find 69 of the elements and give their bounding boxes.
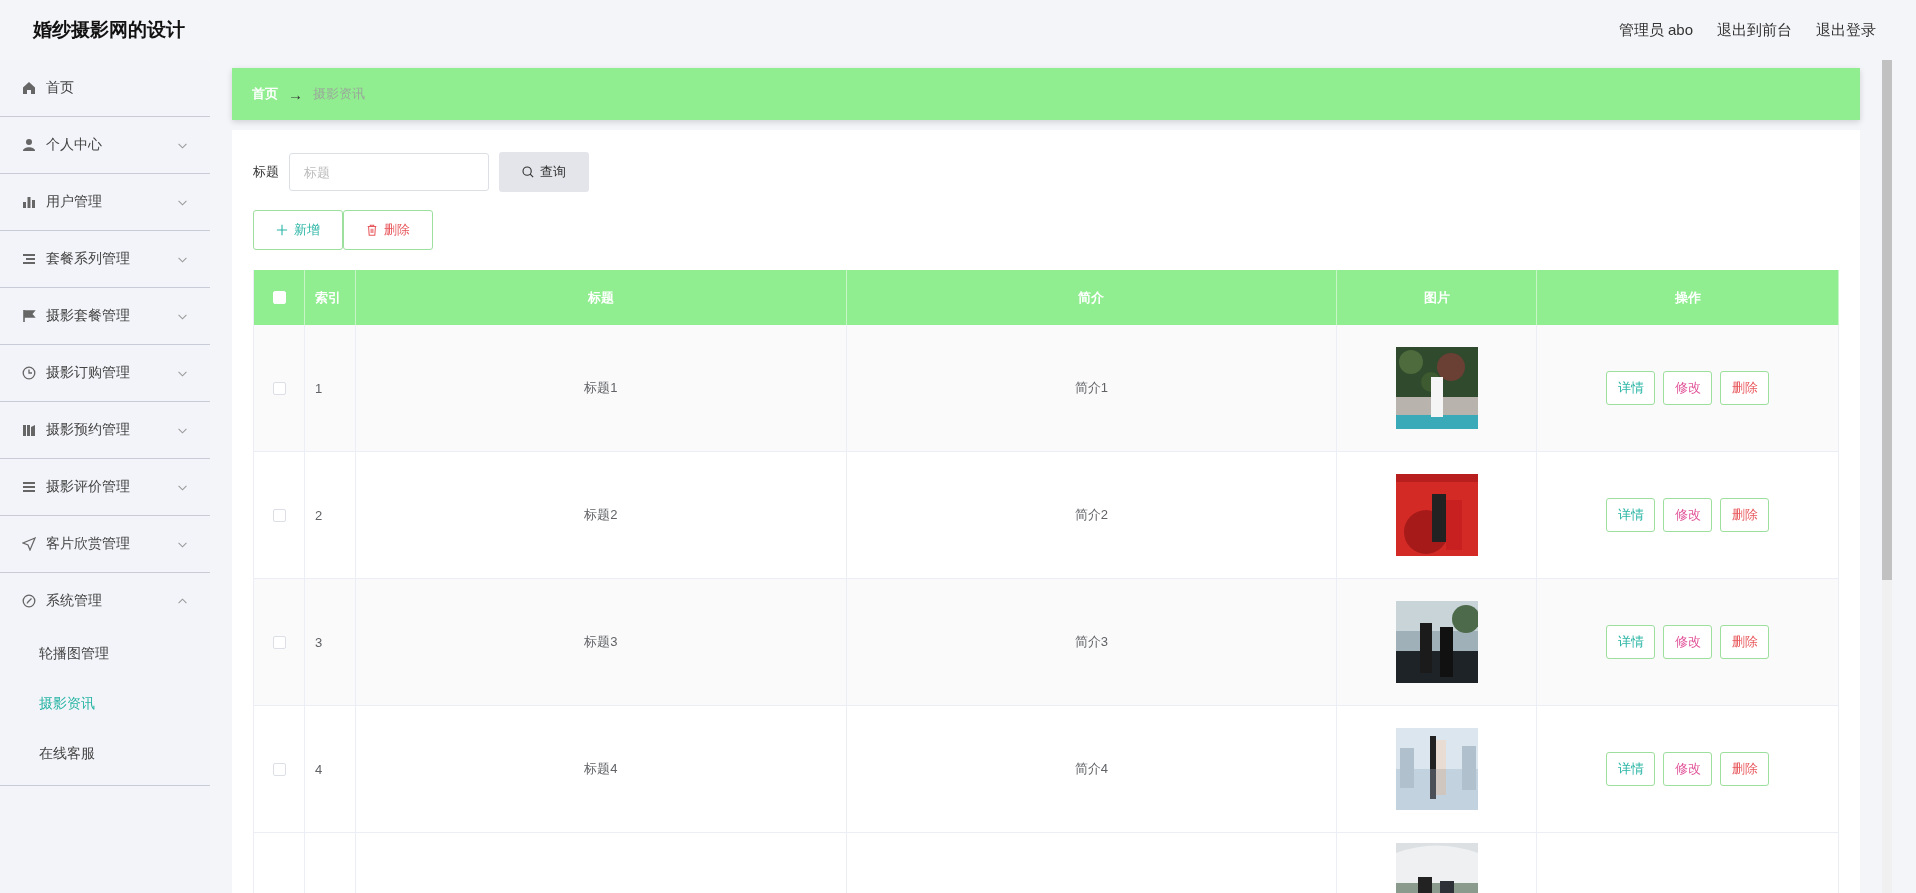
search-button[interactable]: 查询	[499, 152, 589, 192]
delete-button[interactable]: 删除	[1720, 625, 1769, 659]
table-cell: 简介3	[1074, 633, 1108, 651]
menu-item[interactable]: 摄影套餐管理	[0, 288, 210, 345]
flag-icon	[22, 309, 36, 323]
table-cell: 4	[315, 761, 323, 777]
menu-item[interactable]: 首页	[0, 60, 210, 117]
add-button[interactable]: 新增	[253, 210, 343, 250]
submenu-item[interactable]: 在线客服	[0, 729, 210, 779]
menu-item[interactable]: 摄影订购管理	[0, 345, 210, 402]
plus-icon	[276, 224, 288, 236]
home-icon	[22, 81, 36, 95]
column-header: 操作	[1537, 270, 1839, 325]
menu-item[interactable]: 用户管理	[0, 174, 210, 231]
table-cell: 简介2	[1074, 506, 1108, 524]
table-cell: 标题3	[584, 633, 618, 651]
field-label: 标题	[253, 163, 279, 181]
edit-button[interactable]: 修改	[1663, 625, 1712, 659]
scrollbar[interactable]	[1882, 60, 1892, 893]
trash-icon	[366, 224, 378, 236]
header-link[interactable]: 退出登录	[1816, 20, 1876, 40]
menu-icon	[22, 480, 36, 494]
submenu-item[interactable]: 轮播图管理	[0, 629, 210, 679]
menu-item[interactable]: 套餐系列管理	[0, 231, 210, 288]
list-icon	[22, 252, 36, 266]
menu-item[interactable]: 客片欣赏管理	[0, 516, 210, 573]
menu-item[interactable]: 摄影预约管理	[0, 402, 210, 459]
table-cell: 简介1	[1074, 379, 1108, 397]
search-icon	[522, 166, 534, 178]
delete-button[interactable]: 删除	[1720, 498, 1769, 532]
delete-button[interactable]: 删除	[1720, 371, 1769, 405]
header-link[interactable]: 退出到前台	[1717, 20, 1792, 40]
edit-button[interactable]: 修改	[1663, 371, 1712, 405]
header-link[interactable]: 管理员 abo	[1618, 20, 1693, 40]
table-cell: 标题2	[584, 506, 618, 524]
delete-button[interactable]: 删除	[1720, 752, 1769, 786]
submenu-item[interactable]: 摄影资讯	[0, 679, 210, 729]
details-button[interactable]: 详情	[1606, 371, 1655, 405]
user-icon	[22, 138, 36, 152]
delete-button[interactable]: 删除	[343, 210, 433, 250]
menu-item[interactable]: 摄影评价管理	[0, 459, 210, 516]
compass-icon	[22, 594, 36, 608]
row-checkbox[interactable]	[272, 762, 286, 776]
edit-button[interactable]: 修改	[1663, 752, 1712, 786]
table-cell: 标题4	[584, 760, 618, 778]
books-icon	[22, 423, 36, 437]
table-cell: 2	[315, 507, 323, 523]
breadcrumb-separator: →	[288, 85, 303, 103]
breadcrumb-current: 摄影资讯	[313, 85, 365, 103]
row-checkbox[interactable]	[272, 635, 286, 649]
details-button[interactable]: 详情	[1606, 752, 1655, 786]
edit-button[interactable]: 修改	[1663, 498, 1712, 532]
menu-item[interactable]: 个人中心	[0, 117, 210, 174]
clock-icon	[22, 366, 36, 380]
table-cell: 简介4	[1074, 760, 1108, 778]
details-button[interactable]: 详情	[1606, 625, 1655, 659]
select-all-checkbox[interactable]	[272, 291, 286, 304]
title-search-field[interactable]: 标题	[289, 153, 489, 191]
column-header: 索引	[305, 270, 356, 325]
table-cell: 3	[315, 634, 323, 650]
row-checkbox[interactable]	[272, 508, 286, 522]
send-icon	[22, 537, 36, 551]
row-checkbox[interactable]	[272, 381, 286, 395]
table-cell: 1	[315, 380, 323, 396]
site-title: 婚纱摄影网的设计	[33, 18, 185, 42]
table-cell: 标题1	[584, 379, 618, 397]
bar-chart-icon	[22, 195, 36, 209]
details-button[interactable]: 详情	[1606, 498, 1655, 532]
menu-item[interactable]: 系统管理	[0, 573, 210, 629]
